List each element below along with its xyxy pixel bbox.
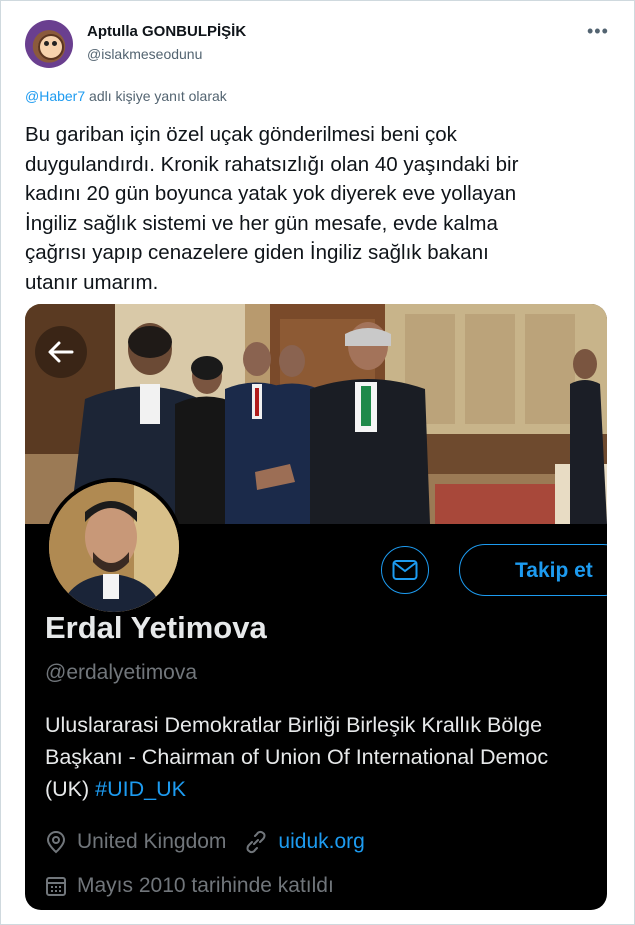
profile-handle: @erdalyetimova [45, 661, 198, 684]
attached-profile-screenshot[interactable]: Takip et Erdal Yetimova @erdalyetimova U… [25, 304, 607, 910]
tweet-text: Bu gariban için özel uçak gönderilmesi b… [25, 120, 605, 297]
profile-bio-line: Uluslararasi Demokratlar Birliği Birleşi… [45, 713, 543, 737]
reply-suffix: adlı kişiye yanıt olarak [85, 88, 227, 104]
profile-bio-text: (UK) [45, 777, 96, 801]
avatar-eye [52, 41, 57, 46]
profile-website-link[interactable]: uiduk.org [278, 830, 364, 854]
profile-name: Erdal Yetimova [45, 610, 267, 645]
more-icon[interactable]: ••• [587, 21, 609, 42]
tweet-text-line: çağrısı yapıp cenazelere giden İngiliz s… [25, 241, 489, 264]
profile-bio-line: (UK) #UID_UK [45, 773, 607, 805]
tweet-text-line: İngiliz sağlık sistemi ve her gün mesafe… [25, 211, 498, 235]
profile-location: United Kingdom [77, 830, 227, 853]
profile-bio-line: Başkanı - Chairman of Union Of Internati… [45, 745, 549, 769]
profile-bio: Uluslararasi Demokratlar Birliği Birleşi… [45, 709, 607, 805]
avatar-face [38, 34, 64, 60]
hashtag-link[interactable]: #UID_UK [95, 777, 186, 801]
author-avatar[interactable] [25, 20, 73, 68]
location-pin-icon [46, 830, 66, 854]
profile-meta-location-row: United Kingdom uiduk.org [45, 830, 365, 854]
message-button[interactable] [381, 546, 429, 594]
arrow-left-icon [48, 341, 74, 363]
tweet-text-line: duygulandırdı. Kronik rahatsızlığı olan … [25, 152, 519, 176]
back-button[interactable] [35, 326, 87, 378]
author-name[interactable]: Aptulla GONBULPİŞİK [87, 23, 246, 40]
calendar-icon [46, 877, 66, 896]
follow-button[interactable]: Takip et [459, 544, 607, 596]
tweet-text-line: Bu gariban için özel uçak gönderilmesi b… [25, 123, 457, 146]
profile-meta-joined-row: Mayıs 2010 tarihinde katıldı [45, 874, 334, 898]
avatar-eye [44, 41, 49, 46]
profile-joined-date: Mayıs 2010 tarihinde katıldı [77, 874, 334, 897]
mail-icon [392, 560, 418, 580]
tweet-text-line: utanır umarım. [25, 270, 159, 294]
author-handle[interactable]: @islakmeseodunu [87, 46, 202, 62]
tweet: Aptulla GONBULPİŞİK @islakmeseodunu ••• … [0, 0, 635, 925]
reply-context: @Haber7 adlı kişiye yanıt olarak [25, 88, 227, 104]
link-icon [246, 830, 266, 854]
profile-avatar[interactable] [45, 478, 183, 616]
reply-mention-link[interactable]: @Haber7 [25, 88, 85, 104]
tweet-text-line: kadını 20 gün boyunca yatak yok diyerek … [25, 182, 517, 205]
profile-avatar-photo [49, 482, 179, 612]
